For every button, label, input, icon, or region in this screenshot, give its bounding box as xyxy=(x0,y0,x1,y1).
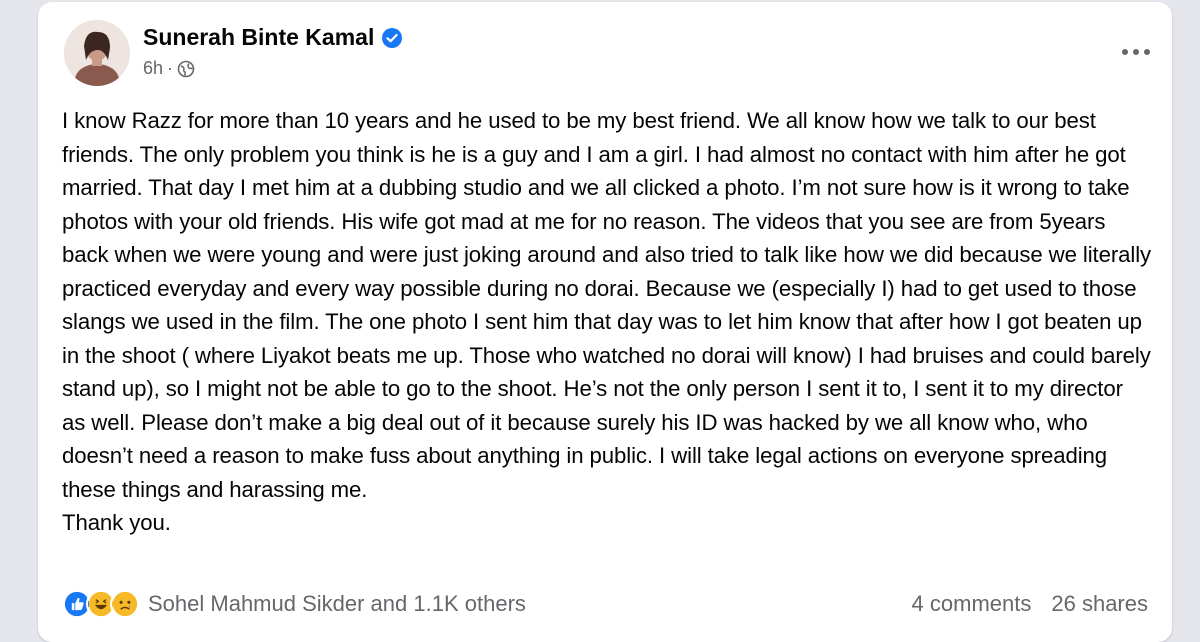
engagement-stats: 4 comments 26 shares xyxy=(912,591,1148,617)
reaction-icons[interactable] xyxy=(62,589,140,619)
reaction-summary[interactable]: Sohel Mahmud Sikder and 1.1K others xyxy=(148,591,912,617)
post-body-text: I know Razz for more than 10 years and h… xyxy=(62,108,1152,535)
meta-separator: · xyxy=(167,58,174,78)
post-footer: Sohel Mahmud Sikder and 1.1K others 4 co… xyxy=(62,586,1148,622)
comments-count[interactable]: 4 comments xyxy=(912,591,1032,617)
post-meta: 6h · xyxy=(143,58,195,79)
post-card: Sunerah Binte Kamal 6h · I know Razz for… xyxy=(38,2,1172,642)
public-globe-icon[interactable] xyxy=(177,60,195,78)
more-options-button[interactable] xyxy=(1116,32,1156,72)
shares-count[interactable]: 26 shares xyxy=(1051,591,1148,617)
sad-icon xyxy=(110,589,140,619)
verified-badge-icon xyxy=(382,27,403,48)
author-name[interactable]: Sunerah Binte Kamal xyxy=(143,24,374,51)
author-avatar[interactable] xyxy=(64,20,130,86)
avatar-photo xyxy=(64,20,130,86)
author-name-row: Sunerah Binte Kamal xyxy=(143,24,403,51)
more-dots-icon xyxy=(1122,49,1150,55)
post-time[interactable]: 6h xyxy=(143,58,163,79)
